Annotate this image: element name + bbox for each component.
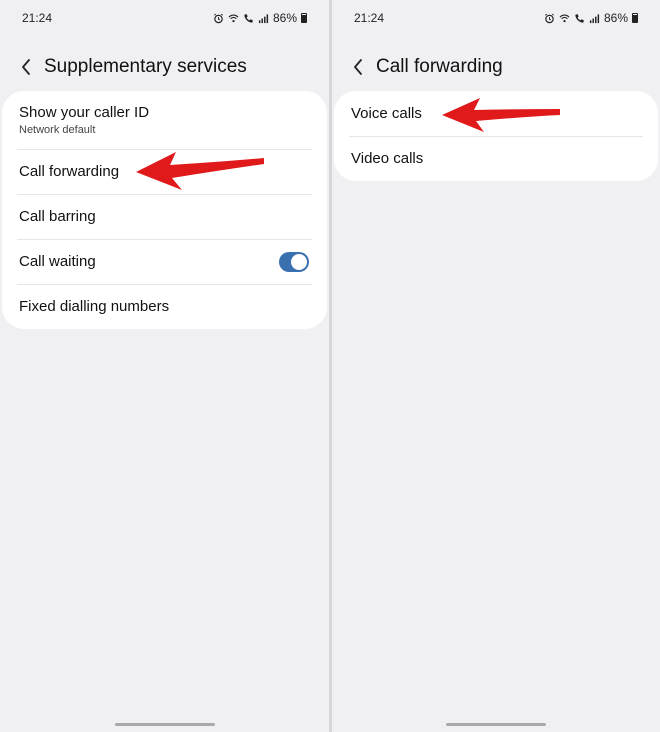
alarm-icon bbox=[214, 13, 223, 23]
item-label: Call forwarding bbox=[19, 163, 120, 180]
page-title: Supplementary services bbox=[44, 56, 247, 77]
battery-percent: 86% bbox=[272, 11, 297, 25]
list-item-voice-calls[interactable]: Voice calls bbox=[334, 91, 658, 136]
list-item-fixed-dialling-numbers[interactable]: Fixed dialling numbers bbox=[2, 284, 327, 329]
page-title: Call forwarding bbox=[376, 56, 503, 77]
battery-percent: 86% bbox=[603, 11, 628, 25]
item-label: Video calls bbox=[351, 150, 424, 167]
item-label: Voice calls bbox=[351, 105, 422, 122]
list-item-call-barring[interactable]: Call barring bbox=[2, 194, 327, 239]
list-item-call-waiting[interactable]: Call waiting bbox=[2, 239, 327, 284]
back-chevron-icon bbox=[354, 59, 362, 75]
status-time: 21:24 bbox=[22, 11, 53, 25]
item-label: Fixed dialling numbers bbox=[19, 298, 170, 315]
signal-icon bbox=[258, 13, 269, 23]
status-bar: 21:24 86% bbox=[332, 10, 660, 28]
signal-icon bbox=[589, 13, 600, 23]
status-icons: 86% bbox=[544, 11, 638, 25]
status-bar: 21:24 86% bbox=[0, 10, 329, 28]
status-icons: 86% bbox=[213, 11, 307, 25]
item-label: Call waiting bbox=[19, 253, 96, 270]
header: Call forwarding bbox=[332, 50, 660, 84]
header: Supplementary services bbox=[0, 50, 329, 84]
item-label: Show your caller ID bbox=[19, 104, 150, 121]
left-screen: 21:24 86% Supplementary services Show yo… bbox=[0, 0, 329, 732]
home-indicator bbox=[114, 723, 215, 726]
list-item-call-forwarding[interactable]: Call forwarding bbox=[2, 149, 327, 194]
battery-icon bbox=[301, 13, 307, 23]
volte-call-icon bbox=[575, 13, 584, 23]
right-screen: 21:24 86% Call forwarding Voice calls Vi… bbox=[332, 0, 660, 732]
battery-icon bbox=[632, 13, 638, 23]
item-label: Call barring bbox=[19, 208, 96, 225]
alarm-icon bbox=[545, 13, 554, 23]
wifi-calling-icon bbox=[559, 14, 570, 22]
back-button[interactable] bbox=[14, 52, 38, 82]
list-item-video-calls[interactable]: Video calls bbox=[334, 136, 658, 181]
status-time: 21:24 bbox=[354, 11, 385, 25]
toggle-knob bbox=[291, 253, 307, 270]
item-summary: Network default bbox=[19, 124, 96, 136]
list-item-show-caller-id[interactable]: Show your caller ID Network default bbox=[2, 91, 327, 149]
wifi-calling-icon bbox=[228, 14, 239, 22]
settings-list: Voice calls Video calls bbox=[334, 91, 658, 181]
back-chevron-icon bbox=[22, 59, 30, 75]
home-indicator bbox=[446, 723, 546, 726]
settings-list: Show your caller ID Network default Call… bbox=[2, 91, 327, 329]
call-waiting-toggle[interactable] bbox=[279, 251, 309, 272]
back-button[interactable] bbox=[346, 52, 370, 82]
volte-call-icon bbox=[244, 13, 253, 23]
